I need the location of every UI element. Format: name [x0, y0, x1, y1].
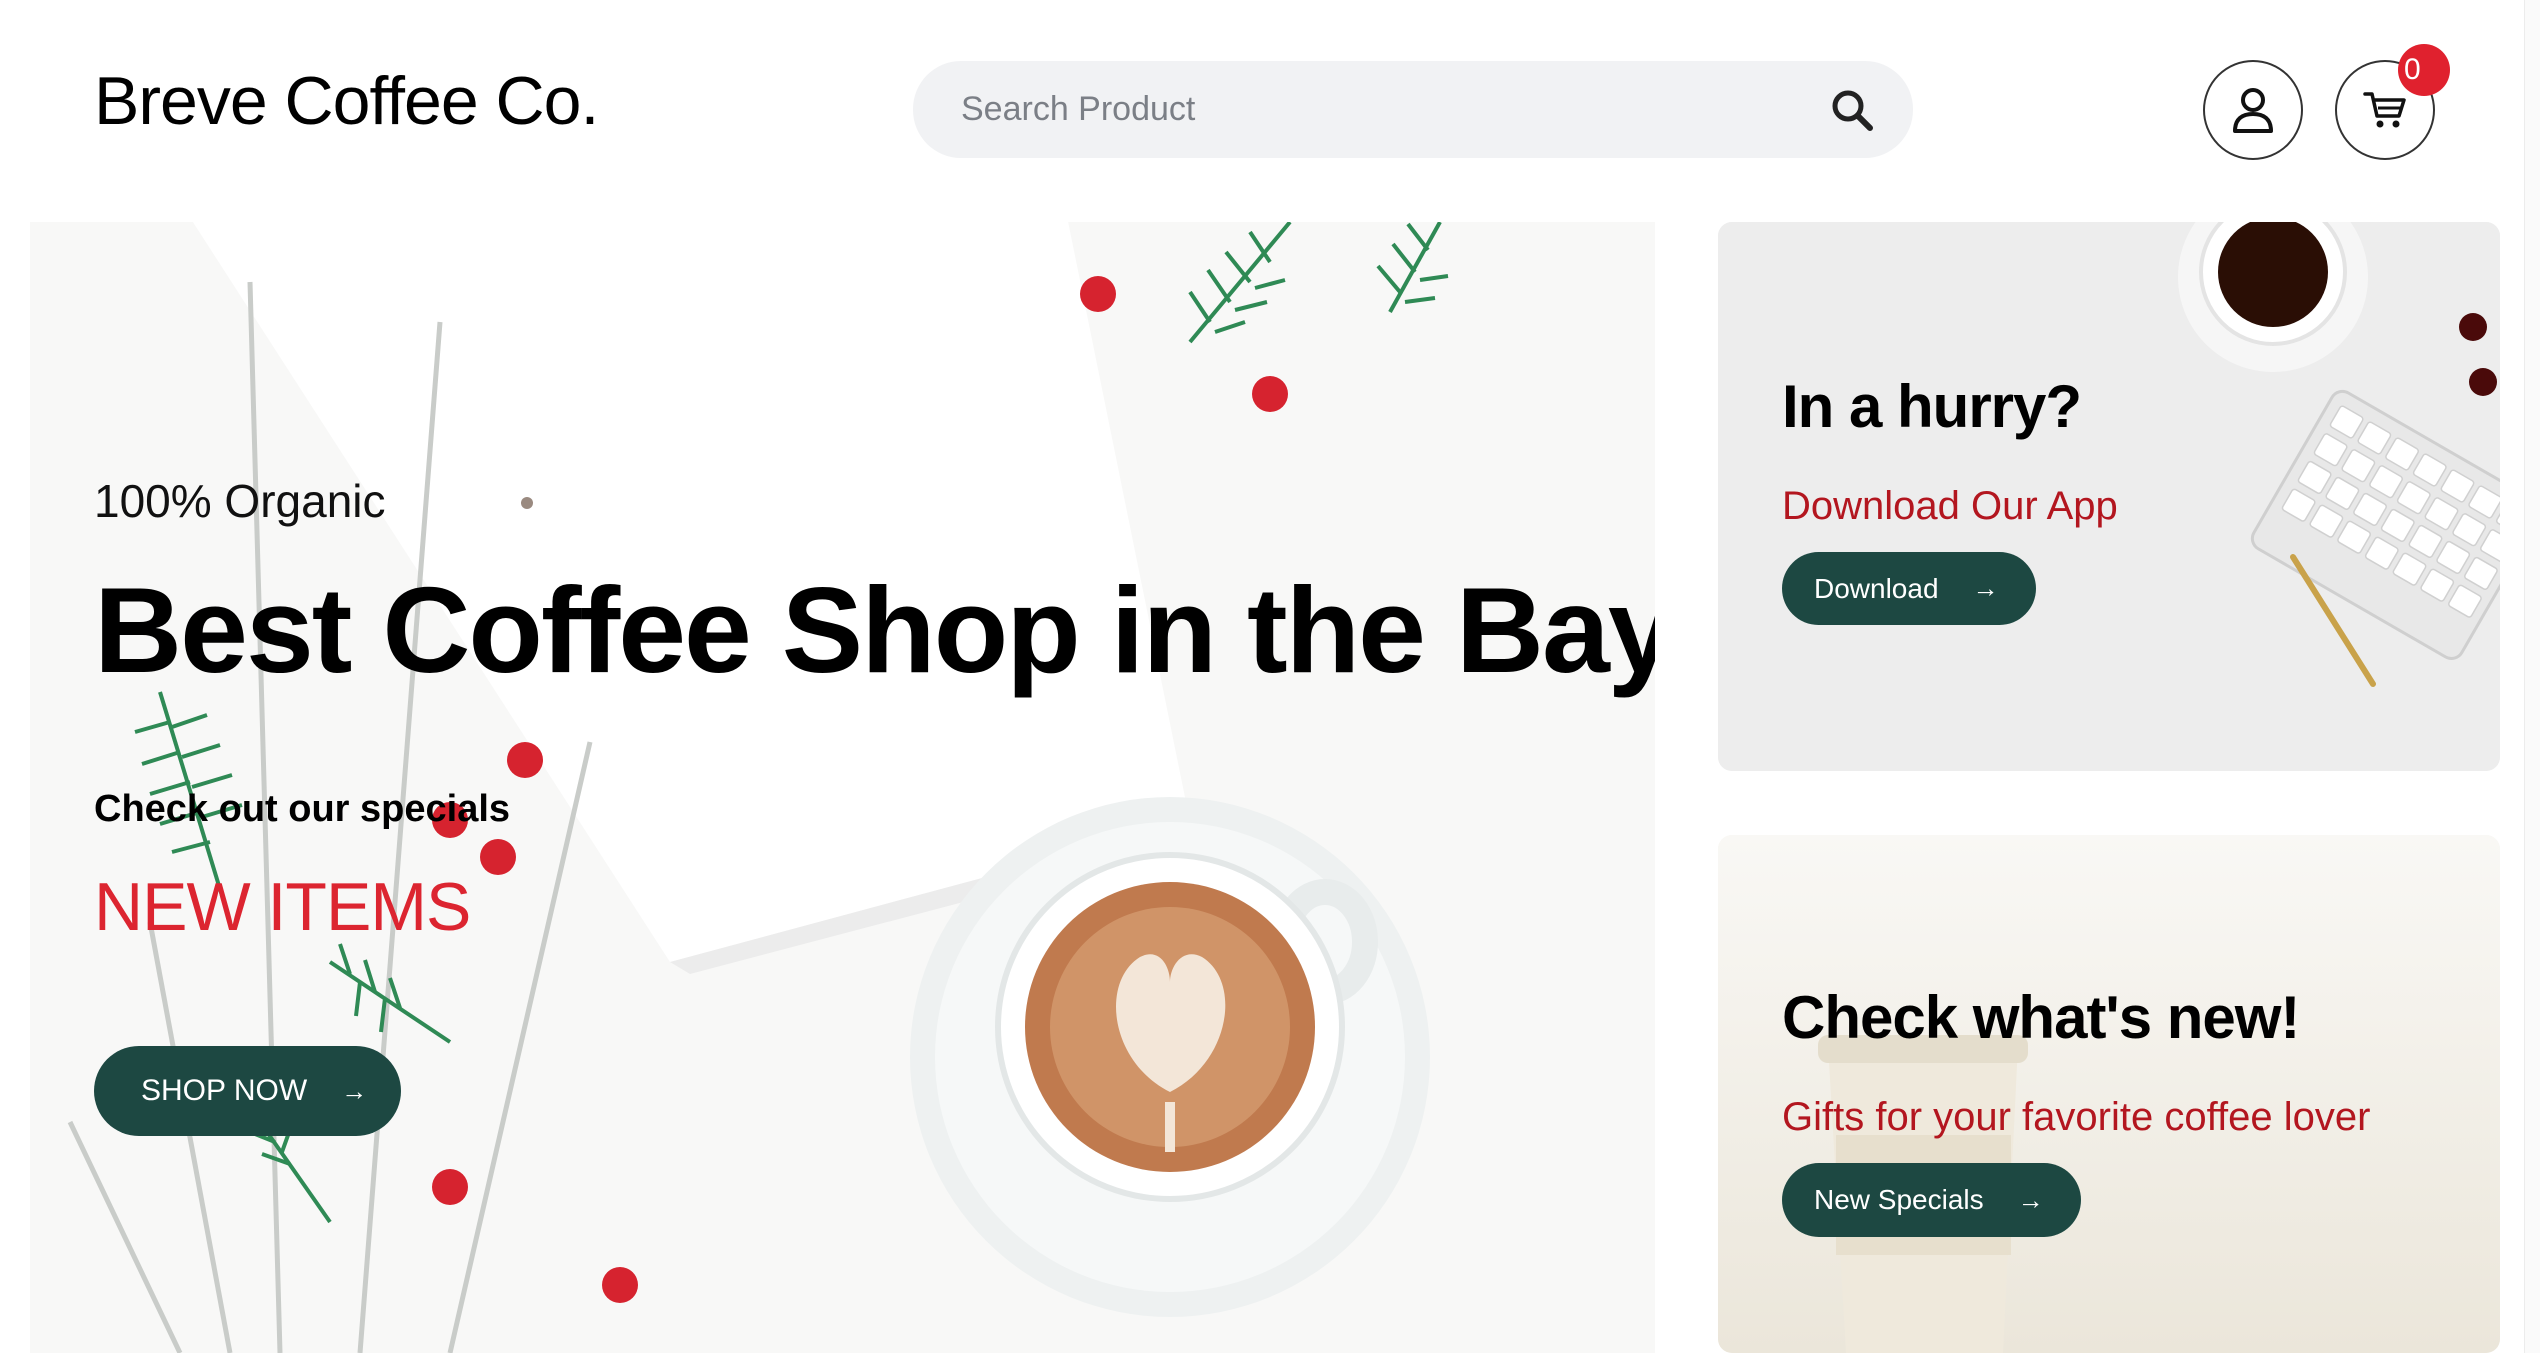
search-input[interactable]	[961, 61, 1781, 158]
download-app-link[interactable]: Download Our App	[1782, 484, 2118, 529]
app-promo-title: In a hurry?	[1782, 373, 2082, 440]
user-icon	[2233, 88, 2273, 133]
new-specials-label: New Specials	[1814, 1184, 1984, 1215]
whats-new-card: Check what's new! Gifts for your favorit…	[1718, 835, 2500, 1353]
download-label: Download	[1814, 572, 1939, 604]
brand-logo[interactable]: Breve Coffee Co.	[94, 62, 599, 140]
arrow-right-icon: →	[1972, 573, 1999, 603]
hero-banner: 100% Organic Best Coffee Shop in the Bay…	[30, 222, 1655, 1353]
whats-new-title: Check what's new!	[1782, 984, 2300, 1051]
shop-now-button[interactable]: SHOP NOW →	[94, 1046, 401, 1136]
hero-subtitle: Check out our specials	[94, 788, 511, 830]
cart-count-badge: 0	[2398, 44, 2450, 96]
cart-icon	[2363, 92, 2406, 128]
scrollbar[interactable]	[2524, 0, 2540, 1353]
hero-highlight: NEW ITEMS	[94, 869, 471, 945]
search-icon[interactable]	[1829, 87, 1875, 133]
whats-new-image	[1718, 835, 2500, 1353]
shop-now-label: SHOP NOW	[141, 1074, 308, 1107]
hero-title: Best Coffee Shop in the Bay	[94, 562, 1655, 698]
site-header: Breve Coffee Co. 0	[0, 0, 2540, 222]
search-bar[interactable]	[913, 61, 1913, 158]
new-specials-button[interactable]: New Specials →	[1782, 1163, 2081, 1237]
arrow-right-icon: →	[2017, 1184, 2044, 1215]
account-button[interactable]	[2203, 60, 2303, 160]
arrow-right-icon: →	[341, 1075, 368, 1106]
app-promo-card: In a hurry? Download Our App Download →	[1718, 222, 2500, 771]
gifts-link[interactable]: Gifts for your favorite coffee lover	[1782, 1095, 2370, 1140]
download-button[interactable]: Download →	[1782, 552, 2036, 625]
hero-kicker: 100% Organic	[94, 475, 386, 527]
